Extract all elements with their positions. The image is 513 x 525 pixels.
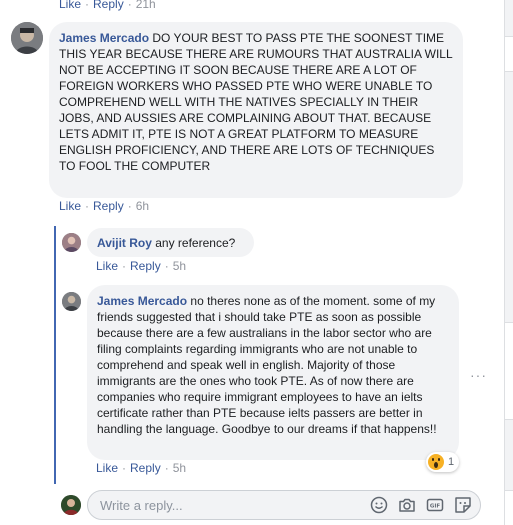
timestamp[interactable]: 21h	[136, 0, 156, 11]
previous-comment-actions: Like · Reply · 21h	[59, 0, 156, 11]
svg-text:GIF: GIF	[430, 504, 441, 510]
camera-icon[interactable]	[398, 496, 416, 514]
reply-actions: Like · Reply · 5h	[96, 461, 187, 475]
avatar[interactable]	[11, 22, 43, 54]
timestamp[interactable]: 5h	[173, 461, 186, 475]
timestamp[interactable]: 5h	[173, 259, 186, 273]
reply-input[interactable]	[100, 491, 360, 519]
reaction-count: 1	[448, 456, 455, 468]
user-avatar-icon	[62, 292, 81, 311]
reply-bubble: Avijit Roy any reference?	[87, 228, 254, 257]
reply-link[interactable]: Reply	[130, 461, 161, 475]
like-link[interactable]: Like	[96, 259, 118, 273]
reply-text: any reference?	[155, 236, 236, 250]
comment-text: DO YOUR BEST TO PASS PTE THE SOONEST TIM…	[59, 31, 453, 173]
reply-thread-line	[54, 226, 56, 484]
avatar[interactable]	[62, 292, 81, 311]
gif-icon[interactable]: GIF	[426, 496, 444, 514]
comment-author[interactable]: James Mercado	[59, 31, 149, 45]
reply-composer: GIF	[87, 490, 481, 520]
like-link[interactable]: Like	[59, 0, 81, 11]
more-options-icon[interactable]: ···	[470, 367, 487, 383]
reply-link[interactable]: Reply	[93, 199, 124, 213]
avatar[interactable]	[62, 233, 81, 252]
reaction-summary[interactable]: 1	[426, 452, 460, 472]
reply-bubble: James Mercado no theres none as of the m…	[87, 285, 459, 460]
reply-author[interactable]: Avijit Roy	[97, 236, 152, 250]
comment-bubble: James Mercado DO YOUR BEST TO PASS PTE T…	[49, 22, 463, 198]
user-avatar-icon	[62, 233, 81, 252]
user-avatar-icon	[11, 22, 43, 54]
wow-reaction-icon	[428, 454, 444, 470]
like-link[interactable]: Like	[59, 199, 81, 213]
like-link[interactable]: Like	[96, 461, 118, 475]
timestamp[interactable]: 6h	[136, 199, 149, 213]
emoji-icon[interactable]	[370, 496, 388, 514]
comment-actions: Like · Reply · 6h	[59, 199, 150, 213]
current-user-avatar-icon	[61, 495, 81, 515]
reply-author[interactable]: James Mercado	[97, 294, 187, 308]
comment-thread: Like · Reply · 21h James Mercado DO YOUR BES…	[0, 0, 513, 525]
reply-link[interactable]: Reply	[93, 0, 124, 11]
reply-actions: Like · Reply · 5h	[96, 259, 187, 273]
right-side-panel	[504, 0, 513, 525]
avatar	[61, 495, 81, 515]
reply-link[interactable]: Reply	[130, 259, 161, 273]
sticker-icon[interactable]	[454, 496, 472, 514]
reply-text: no theres none as of the moment. some of…	[97, 294, 437, 436]
